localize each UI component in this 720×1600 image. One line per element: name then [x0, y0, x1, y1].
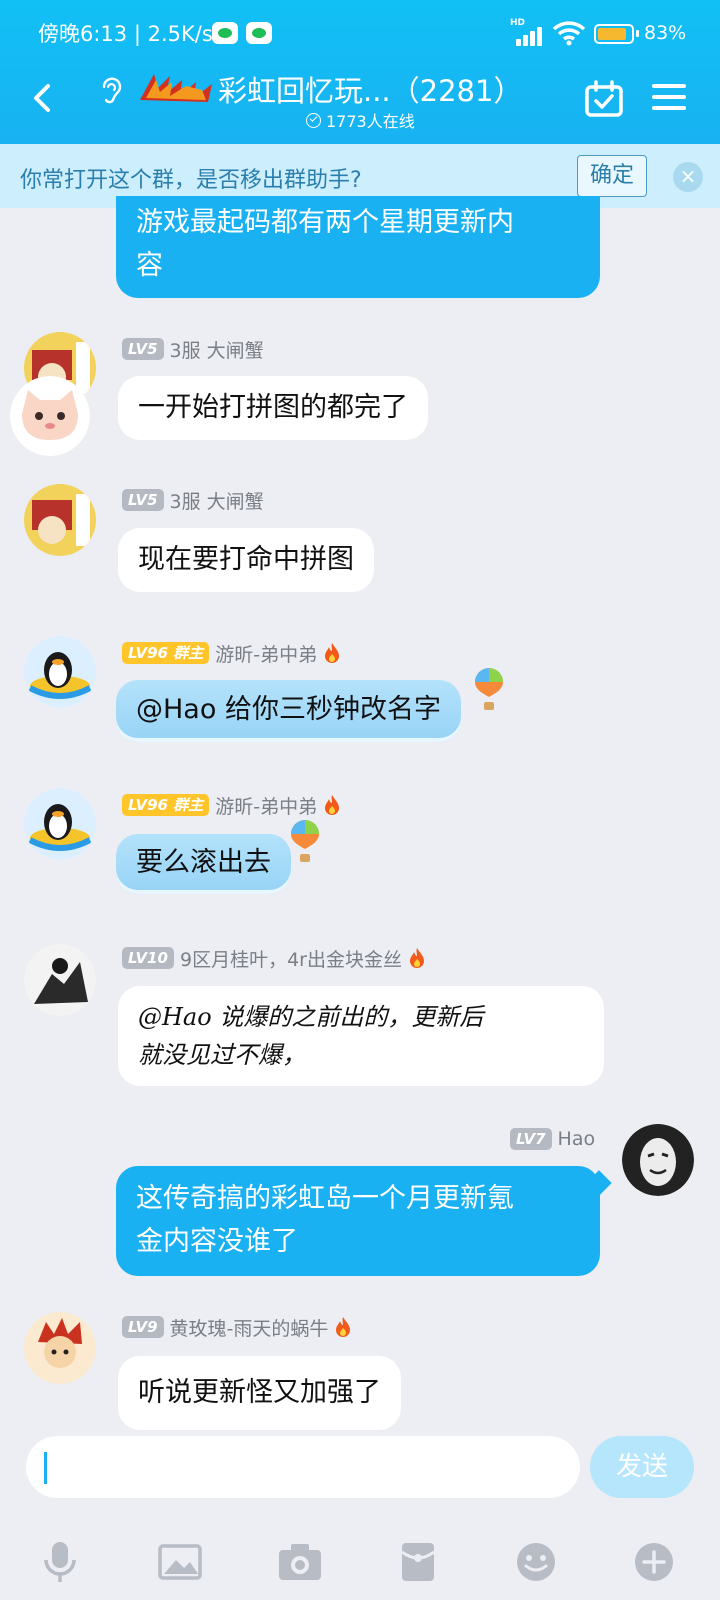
sender-meta: LV9 黄玫瑰-雨天的蜗牛	[122, 1314, 352, 1341]
level-badge: LV96 群主	[122, 642, 210, 664]
chat-header: 傍晚6:13 | 2.5K/s HD 83% 彩虹回忆玩...（2281） 17…	[0, 0, 720, 144]
message-bubble[interactable]: 听说更新怪又加强了	[118, 1356, 401, 1430]
avatar[interactable]	[24, 788, 96, 860]
level-badge: LV9	[122, 1316, 164, 1338]
sender-meta: LV7 Hao	[510, 1127, 595, 1151]
avatar[interactable]	[10, 376, 90, 456]
sender-name[interactable]: 游昕-弟中弟	[215, 640, 317, 667]
avatar[interactable]	[24, 636, 96, 708]
sender-meta: LV96 群主 游昕-弟中弟	[122, 640, 341, 667]
online-count: 1773人在线	[306, 108, 415, 132]
confirm-button[interactable]: 确定	[577, 155, 647, 197]
wechat-icon	[246, 22, 272, 44]
ear-icon[interactable]	[98, 76, 124, 106]
battery-percent: 83%	[644, 22, 687, 44]
battery-icon	[594, 24, 639, 44]
send-button[interactable]: 发送	[590, 1436, 694, 1498]
status-time: 傍晚6:13 | 2.5K/s	[38, 22, 213, 46]
wechat-icon	[212, 22, 238, 44]
sender-meta: LV10 9区月桂叶，4r出金块金丝	[122, 945, 426, 972]
plus-icon[interactable]	[630, 1540, 678, 1584]
image-icon[interactable]	[156, 1540, 204, 1584]
balloon-icon	[291, 820, 319, 862]
sender-meta: LV5 3服 大闸蟹	[122, 487, 264, 514]
message-bubble[interactable]: 这传奇搞的彩虹岛一个月更新氪 金内容没谁了	[116, 1166, 600, 1276]
level-badge: LV10	[122, 947, 174, 969]
message-bubble[interactable]: 现在要打命中拼图	[118, 528, 374, 592]
calendar-check-icon[interactable]	[584, 80, 624, 118]
message-bubble[interactable]: 一开始打拼图的都完了	[118, 376, 428, 440]
sender-name[interactable]: 3服 大闸蟹	[170, 336, 264, 363]
back-button[interactable]	[26, 80, 60, 116]
message-bubble[interactable]: 要么滚出去	[116, 834, 291, 894]
text-cursor	[44, 1452, 47, 1484]
close-icon[interactable]: ×	[673, 162, 703, 192]
fire-icon	[325, 643, 340, 663]
sender-meta: LV5 3服 大闸蟹	[122, 336, 264, 363]
message-input[interactable]	[26, 1436, 580, 1498]
avatar[interactable]	[24, 944, 96, 1016]
avatar[interactable]	[24, 1312, 96, 1384]
menu-icon[interactable]	[652, 82, 686, 112]
fire-icon	[325, 795, 340, 815]
camera-icon[interactable]	[276, 1540, 324, 1584]
fire-icon	[409, 948, 424, 968]
check-circle-icon	[306, 112, 321, 128]
sender-name[interactable]: Hao	[558, 1128, 596, 1150]
level-badge: LV5	[122, 338, 164, 360]
balloon-icon	[475, 668, 503, 710]
sender-name[interactable]: 游昕-弟中弟	[215, 792, 317, 819]
game-logo	[140, 74, 212, 102]
sender-name[interactable]: 3服 大闸蟹	[170, 487, 264, 514]
fire-icon	[336, 1317, 351, 1337]
level-badge: LV96 群主	[122, 794, 210, 816]
signal-icon	[512, 22, 544, 46]
message-bubble[interactable]: @Hao 给你三秒钟改名字	[116, 680, 461, 742]
microphone-icon[interactable]	[36, 1540, 84, 1584]
banner-text: 你常打开这个群，是否移出群助手?	[20, 168, 362, 193]
sender-name[interactable]: 9区月桂叶，4r出金块金丝	[180, 945, 402, 972]
avatar[interactable]	[622, 1124, 694, 1196]
level-badge: LV5	[122, 489, 164, 511]
avatar[interactable]	[24, 484, 96, 556]
message-bubble[interactable]: @Hao 说爆的之前出的，更新后 就没见过不爆，	[118, 986, 604, 1086]
group-title[interactable]: 彩虹回忆玩...（2281）	[218, 68, 522, 110]
level-badge: LV7	[510, 1128, 552, 1150]
red-packet-icon[interactable]	[394, 1540, 442, 1584]
message-bubble[interactable]: 游戏最起码都有两个星期更新内 容	[116, 196, 600, 298]
wifi-icon	[552, 21, 586, 46]
status-bar: 傍晚6:13 | 2.5K/s HD 83%	[0, 0, 720, 70]
sender-meta: LV96 群主 游昕-弟中弟	[122, 792, 341, 819]
sender-name[interactable]: 黄玫瑰-雨天的蜗牛	[170, 1314, 329, 1341]
emoji-icon[interactable]	[512, 1540, 560, 1584]
